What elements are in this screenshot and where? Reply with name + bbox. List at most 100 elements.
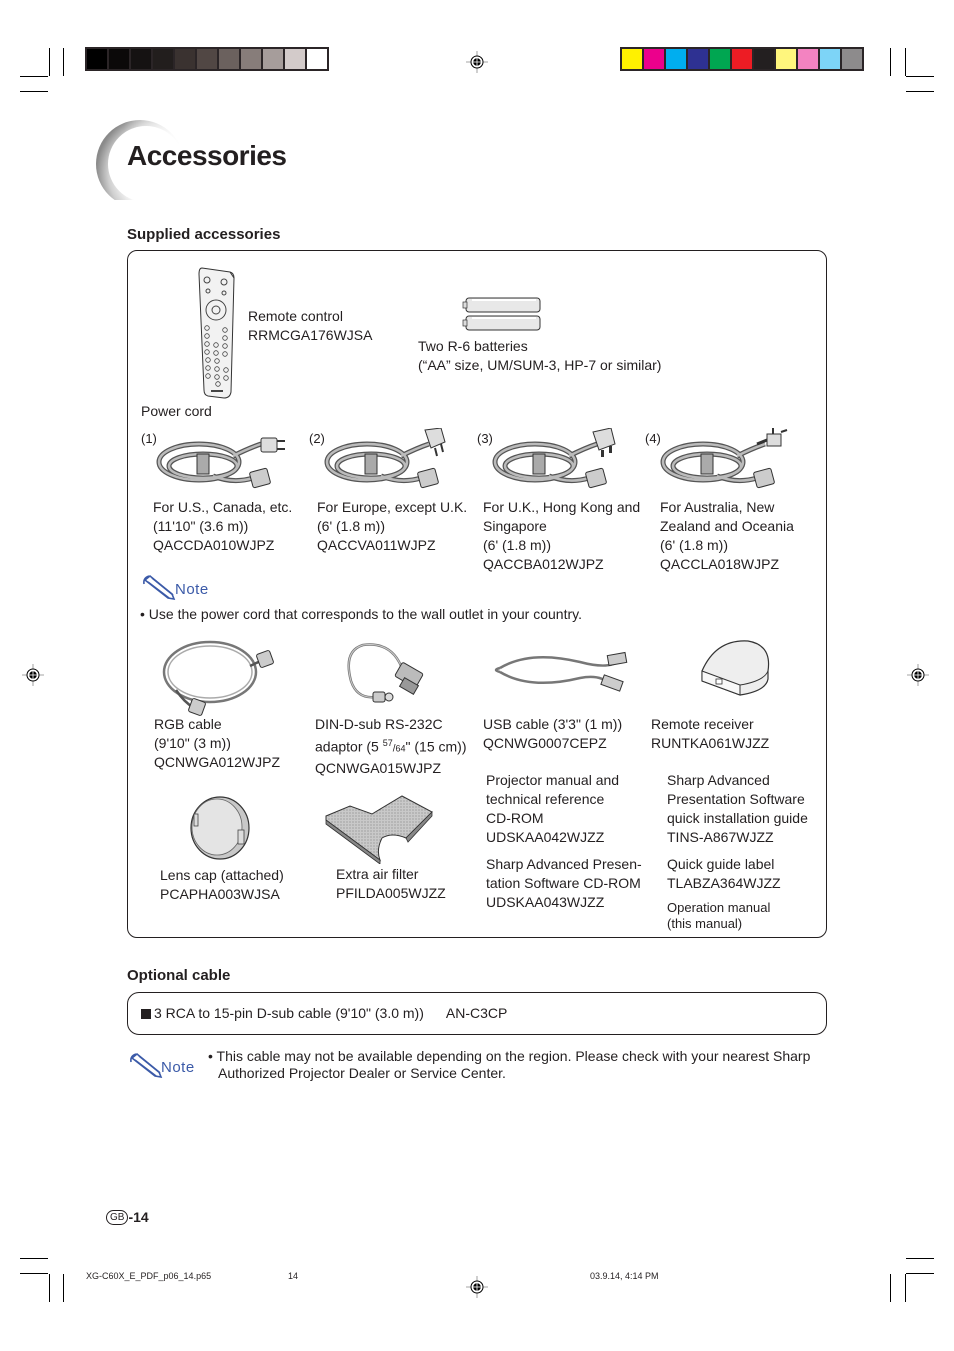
power-cord-image bbox=[660, 428, 788, 489]
color-swatch bbox=[197, 49, 217, 69]
note-label: Note bbox=[161, 1059, 195, 1076]
item-detail: For U.K., Hong Kong and bbox=[483, 499, 641, 515]
detail-text: adaptor (5 bbox=[315, 738, 383, 755]
part-number: QACCBA012WJPZ bbox=[483, 556, 604, 572]
color-swatch bbox=[666, 49, 686, 69]
part-number: QACCDA010WJPZ bbox=[153, 537, 275, 553]
page-num-text: -14 bbox=[128, 1209, 149, 1225]
color-swatch bbox=[776, 49, 796, 69]
crop-mark bbox=[905, 48, 906, 76]
color-swatch bbox=[710, 49, 730, 69]
crop-mark bbox=[20, 91, 48, 92]
air-filter-image bbox=[325, 795, 433, 864]
color-swatch bbox=[263, 49, 283, 69]
lens-cap-label: Lens cap (attached) PCAPHA003WJSA bbox=[160, 866, 284, 904]
crop-mark bbox=[905, 1274, 906, 1302]
part-number: TLABZA364WJZZ bbox=[667, 875, 781, 891]
item-detail: Singapore bbox=[483, 518, 547, 534]
color-swatch bbox=[131, 49, 151, 69]
color-swatch bbox=[798, 49, 818, 69]
power-cord-image bbox=[492, 428, 616, 489]
power-cord-image bbox=[156, 437, 285, 489]
pencil-note-icon bbox=[130, 1052, 163, 1078]
item-detail: (6' (1.8 m)) bbox=[660, 537, 729, 553]
color-swatch bbox=[644, 49, 664, 69]
footer-date: 03.9.14, 4:14 PM bbox=[590, 1271, 659, 1281]
item-detail: (11'10" (3.6 m)) bbox=[153, 518, 249, 534]
crop-mark bbox=[906, 91, 934, 92]
note-label: Note bbox=[175, 581, 209, 598]
color-swatch bbox=[307, 49, 327, 69]
crop-mark bbox=[20, 76, 48, 77]
item-name: Operation manual bbox=[667, 900, 771, 915]
item-detail: For Australia, New bbox=[660, 499, 775, 515]
item-name: tation Software CD-ROM bbox=[486, 875, 641, 891]
note-body: Authorized Projector Dealer or Service C… bbox=[218, 1065, 506, 1081]
power-cord-image bbox=[324, 428, 446, 489]
crop-mark bbox=[49, 48, 50, 76]
footer-sheet-number: 14 bbox=[288, 1271, 299, 1281]
power-cord-label: For Australia, New Zealand and Oceania (6'… bbox=[660, 498, 794, 574]
pencil-note-icon bbox=[143, 574, 176, 600]
color-swatch bbox=[175, 49, 195, 69]
power-cord-label: For U.S., Canada, etc. (11'10" (3.6 m)) QA… bbox=[153, 498, 292, 555]
item-name: Sharp Advanced Presen- bbox=[486, 856, 642, 872]
crop-mark bbox=[49, 1274, 50, 1302]
fraction-numerator: 57 bbox=[382, 738, 393, 748]
page-number: GB -14 bbox=[106, 1209, 149, 1225]
power-cord-label: Power cord bbox=[141, 403, 212, 419]
item-name: Projector manual and bbox=[486, 772, 620, 788]
item-detail: (9'10" (3 m)) bbox=[154, 735, 231, 751]
fraction-denominator: 64 bbox=[395, 743, 406, 754]
crop-mark bbox=[906, 76, 934, 77]
power-cord-label: For Europe, except U.K. (6' (1.8 m)) QACCV… bbox=[317, 498, 467, 555]
usb-cable-label: USB cable (3'3" (1 m)) QCNWG0007CEPZ bbox=[483, 715, 622, 753]
crop-mark bbox=[63, 1274, 64, 1302]
quick-guide-label-label: Quick guide label TLABZA364WJZZ bbox=[667, 855, 781, 893]
remote-receiver-image bbox=[701, 640, 770, 696]
part-number: RRMCGA176WJSA bbox=[248, 327, 373, 343]
detail-text: " (15 cm)) bbox=[405, 738, 467, 755]
item-name: Extra air filter bbox=[336, 866, 419, 882]
color-swatch bbox=[241, 49, 261, 69]
part-number: UDSKAA043WJZZ bbox=[486, 894, 605, 910]
part-number: UDSKAA042WJZZ bbox=[486, 829, 605, 845]
operation-manual-label: Operation manual (this manual) bbox=[667, 900, 770, 932]
crop-mark bbox=[906, 1273, 934, 1274]
crop-mark bbox=[890, 48, 891, 76]
item-name: Sharp Advanced bbox=[667, 772, 770, 788]
crop-mark bbox=[890, 1274, 891, 1302]
item-name: 3 RCA to 15-pin D-sub cable (9'10" (3.0 … bbox=[154, 1005, 424, 1021]
item-name: RGB cable bbox=[154, 716, 222, 732]
footer-filename: XG-C60X_E_PDF_p06_14.p65 bbox=[86, 1271, 212, 1281]
part-number: QCNWG0007CEPZ bbox=[483, 735, 607, 751]
item-detail: Zealand and Oceania bbox=[660, 518, 794, 534]
item-name: technical reference bbox=[486, 791, 605, 807]
part-number: QACCLA018WJPZ bbox=[660, 556, 780, 572]
part-number: TINS-A867WJZZ bbox=[667, 829, 774, 845]
item-name: quick installation guide bbox=[667, 810, 808, 826]
color-swatch bbox=[109, 49, 129, 69]
rs232c-adaptor-image bbox=[347, 643, 424, 703]
supplied-heading: Supplied accessories bbox=[127, 226, 281, 243]
rgb-cable-image bbox=[162, 640, 274, 716]
color-swatch bbox=[754, 49, 774, 69]
item-name: Remote control bbox=[248, 308, 343, 324]
gb-region-badge: GB bbox=[106, 1209, 129, 1225]
air-filter-label: Extra air filter PFILDA005WJZZ bbox=[336, 865, 446, 903]
power-cord-label: For U.K., Hong Kong and Singapore (6' (1.8… bbox=[483, 498, 640, 574]
item-name: Presentation Software bbox=[667, 791, 805, 807]
item-name: Two R-6 batteries bbox=[418, 338, 528, 354]
registration-mark-icon bbox=[466, 1276, 488, 1298]
optional-cable-item: 3 RCA to 15-pin D-sub cable (9'10" (3.0 … bbox=[141, 1004, 507, 1023]
note-body: Use the power cord that corresponds to t… bbox=[148, 606, 582, 622]
remote-control-image bbox=[198, 267, 235, 399]
part-number: PCAPHA003WJSA bbox=[160, 886, 280, 902]
item-name: Lens cap (attached) bbox=[160, 867, 284, 883]
batteries-image bbox=[462, 297, 541, 331]
item-detail: For U.S., Canada, etc. bbox=[153, 499, 293, 515]
registration-mark-icon bbox=[22, 664, 44, 686]
color-swatch bbox=[285, 49, 305, 69]
item-detail: (this manual) bbox=[667, 916, 743, 931]
crop-mark bbox=[906, 1258, 934, 1259]
